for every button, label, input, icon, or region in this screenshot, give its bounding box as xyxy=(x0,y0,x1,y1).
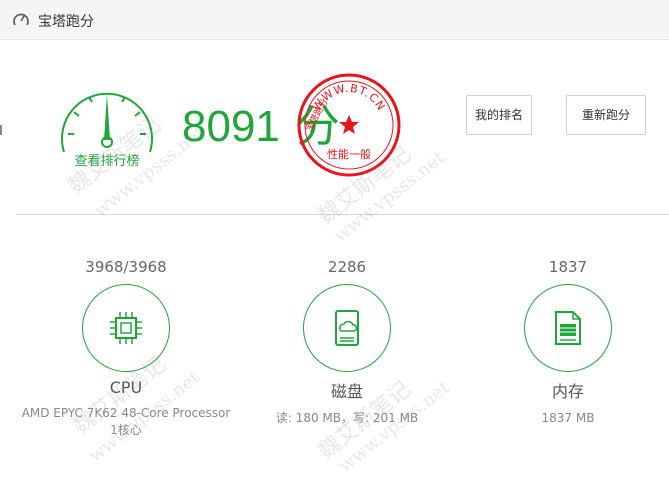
star-icon xyxy=(339,115,359,134)
cpu-metric: 3968/3968 CPU AMD EPYC 7K62 48-Core Proc… xyxy=(16,258,236,439)
memory-metric: 1837 内存 1837 MB xyxy=(458,258,669,427)
score-value: 8091 xyxy=(182,102,280,151)
memory-score: 1837 xyxy=(548,258,588,276)
edge-marker xyxy=(0,125,2,135)
memory-ring xyxy=(524,284,612,372)
cpu-chip-icon xyxy=(110,312,142,344)
cpu-score: 3968/3968 xyxy=(85,258,167,276)
section-divider xyxy=(16,214,669,215)
memory-description: 1837 MB xyxy=(541,411,595,425)
view-leaderboard-link[interactable]: 查看排行榜 xyxy=(62,150,152,169)
disk-label: 磁盘 xyxy=(330,382,363,401)
title-bar: 宝塔跑分 xyxy=(0,0,669,40)
cpu-ring xyxy=(82,284,170,372)
disk-score: 2286 xyxy=(327,258,367,276)
disk-metric: 2286 磁盘 读: 180 MB，写: 201 MB xyxy=(237,258,457,427)
window-title: 宝塔跑分 xyxy=(38,14,94,30)
disk-description: 读: 180 MB，写: 201 MB xyxy=(275,411,419,425)
memory-document-icon xyxy=(555,311,581,345)
rerun-benchmark-button[interactable]: 重新跑分 xyxy=(566,95,646,135)
disk-ring xyxy=(303,284,391,372)
cpu-label: CPU xyxy=(109,378,143,397)
stamp-bottom-text: 性能一般 xyxy=(327,147,371,161)
my-rank-button[interactable]: 我的排名 xyxy=(466,95,532,135)
speedometer-icon xyxy=(13,13,29,26)
memory-label: 内存 xyxy=(551,382,584,401)
performance-stamp: WWW.BT.CN 宝塔跑分 性能一般 xyxy=(297,73,401,177)
cpu-description: AMD EPYC 7K62 48-Core Processor 1核心 xyxy=(21,406,231,437)
hard-disk-icon xyxy=(335,310,359,346)
